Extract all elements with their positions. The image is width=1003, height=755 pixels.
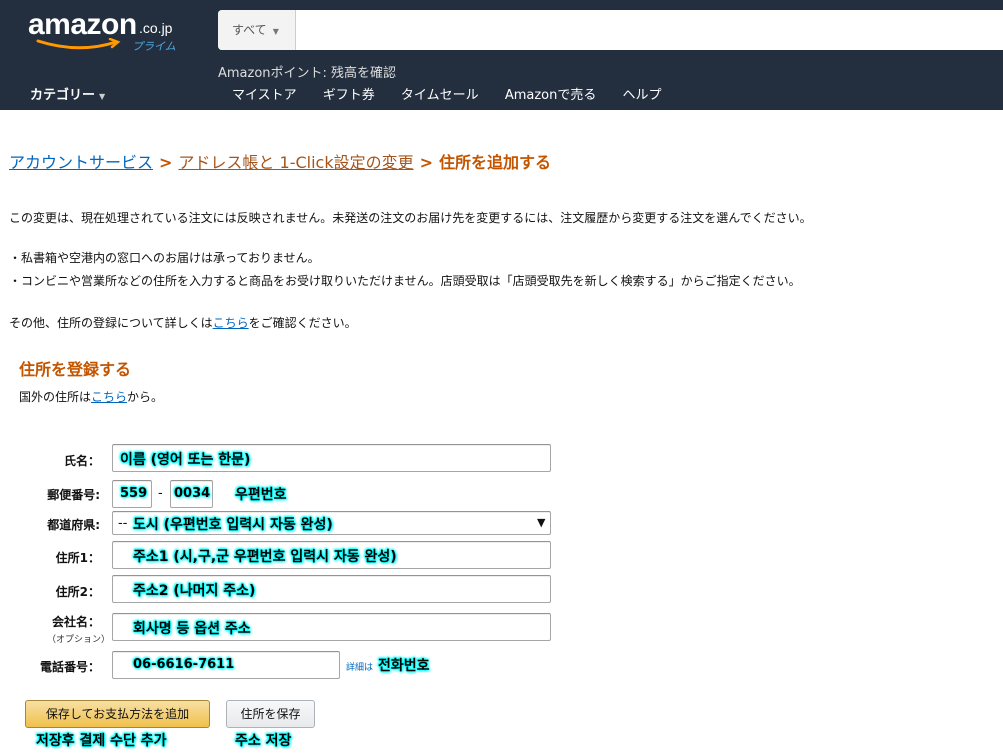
postal-annotation: 우편번호 (235, 487, 287, 503)
postal-label: 郵便番号: (47, 488, 100, 502)
intl-address-link[interactable]: こちら (91, 390, 127, 404)
breadcrumb-address-book[interactable]: アドレス帳と 1-Click設定の変更 (178, 153, 413, 172)
phone-detail-link[interactable]: 詳細は (346, 660, 373, 673)
notice-order-change: この変更は、現在処理されている注文には反映されません。未発送の注文のお届け先を変… (9, 211, 812, 225)
section-title: 住所を登録する (19, 360, 132, 379)
postal-code-first-value: 559 (120, 486, 148, 501)
international-address-note: 国外の住所はこちらから。 (19, 388, 163, 405)
prefecture-label: 都道府県: (47, 518, 100, 532)
search-scope-dropdown[interactable]: すべて ▼ (218, 10, 296, 50)
intl-suffix: から。 (127, 390, 164, 404)
save-address-button[interactable]: 住所を保存 (226, 700, 315, 728)
more-info-prefix: その他、住所の登録について詳しくは (9, 316, 213, 330)
phone-label: 電話番号： (39, 660, 100, 674)
postal-code-second-value: 0034 (174, 486, 211, 501)
search-scope-label: すべて (232, 23, 267, 37)
phone-value: 06-6616-7611 (133, 657, 235, 672)
save-address-annotation: 주소 저장 (235, 733, 292, 749)
notice-more-info: その他、住所の登録について詳しくはこちらをご確認ください。 (9, 314, 357, 331)
nav-time-sale[interactable]: タイムセール (401, 88, 479, 103)
nav-help[interactable]: ヘルプ (623, 88, 662, 103)
smile-arrow-icon (36, 38, 121, 50)
logo-prime-label: プライム (132, 40, 176, 53)
notice-po-box: ・私書箱や空港内の窓口へのお届けは承っておりません。 (9, 251, 320, 265)
caret-down-icon: ▼ (99, 92, 106, 101)
prefecture-annotation: 도시 (우편번호 입력시 자동 완성) (133, 517, 333, 533)
nav-gift-card[interactable]: ギフト券 (323, 88, 375, 103)
points-balance-link[interactable]: Amazonポイント: 残高を確認 (218, 62, 396, 81)
nav-links: マイストア ギフト券 タイムセール Amazonで売る ヘルプ (232, 84, 684, 103)
breadcrumb-separator: > (419, 153, 433, 172)
address2-label: 住所2： (55, 585, 100, 599)
intl-prefix: 国外の住所は (19, 390, 92, 404)
site-header: amazon .co.jp プライム すべて ▼ Amazonポイント: 残高を確… (0, 0, 1003, 110)
prefecture-placeholder: -- (118, 516, 128, 531)
more-info-suffix: をご確認ください。 (248, 316, 357, 330)
search-bar[interactable]: すべて ▼ (218, 10, 1003, 50)
name-label: 氏名： (63, 454, 100, 468)
company-optional-label: （オプション） (46, 635, 110, 645)
address2-annotation: 주소2 (나머지 주소) (133, 583, 256, 599)
caret-down-icon: ▼ (272, 27, 279, 36)
amazon-logo[interactable]: amazon .co.jp プライム (28, 8, 188, 54)
breadcrumb-separator: > (159, 153, 173, 172)
breadcrumb-account-service[interactable]: アカウントサービス (9, 153, 153, 172)
breadcrumb-current: 住所を追加する (439, 153, 552, 172)
address1-label: 住所1： (55, 551, 100, 565)
save-payment-annotation: 저장후 결제 수단 추가 (36, 733, 167, 749)
breadcrumb: アカウントサービス > アドレス帳と 1-Click設定の変更 > 住所を追加する (9, 149, 551, 173)
name-annotation: 이름 (영어 또는 한문) (120, 452, 251, 468)
chevron-down-icon: ▼ (537, 516, 546, 529)
notice-convenience-store: ・コンビニや営業所などの住所を入力すると商品をお受け取りいただけません。店頭受取… (9, 274, 801, 288)
logo-wordmark: amazon (28, 8, 137, 41)
company-label: 会社名： (51, 615, 100, 629)
category-menu[interactable]: カテゴリー ▼ (30, 84, 105, 103)
nav-my-store[interactable]: マイストア (232, 88, 297, 103)
more-info-link[interactable]: こちら (213, 316, 249, 330)
nav-sell-on-amazon[interactable]: Amazonで売る (505, 88, 597, 103)
save-and-add-payment-button[interactable]: 保存してお支払方法を追加 (25, 700, 210, 728)
category-menu-label: カテゴリー (30, 88, 96, 103)
company-annotation: 회사명 등 옵션 주소 (133, 621, 251, 637)
logo-tld: .co.jp (139, 20, 173, 36)
address1-annotation: 주소1 (시,구,군 우편번호 입력시 자동 완성) (133, 549, 397, 565)
postal-separator: - (158, 486, 163, 501)
phone-annotation: 전화번호 (378, 658, 430, 674)
